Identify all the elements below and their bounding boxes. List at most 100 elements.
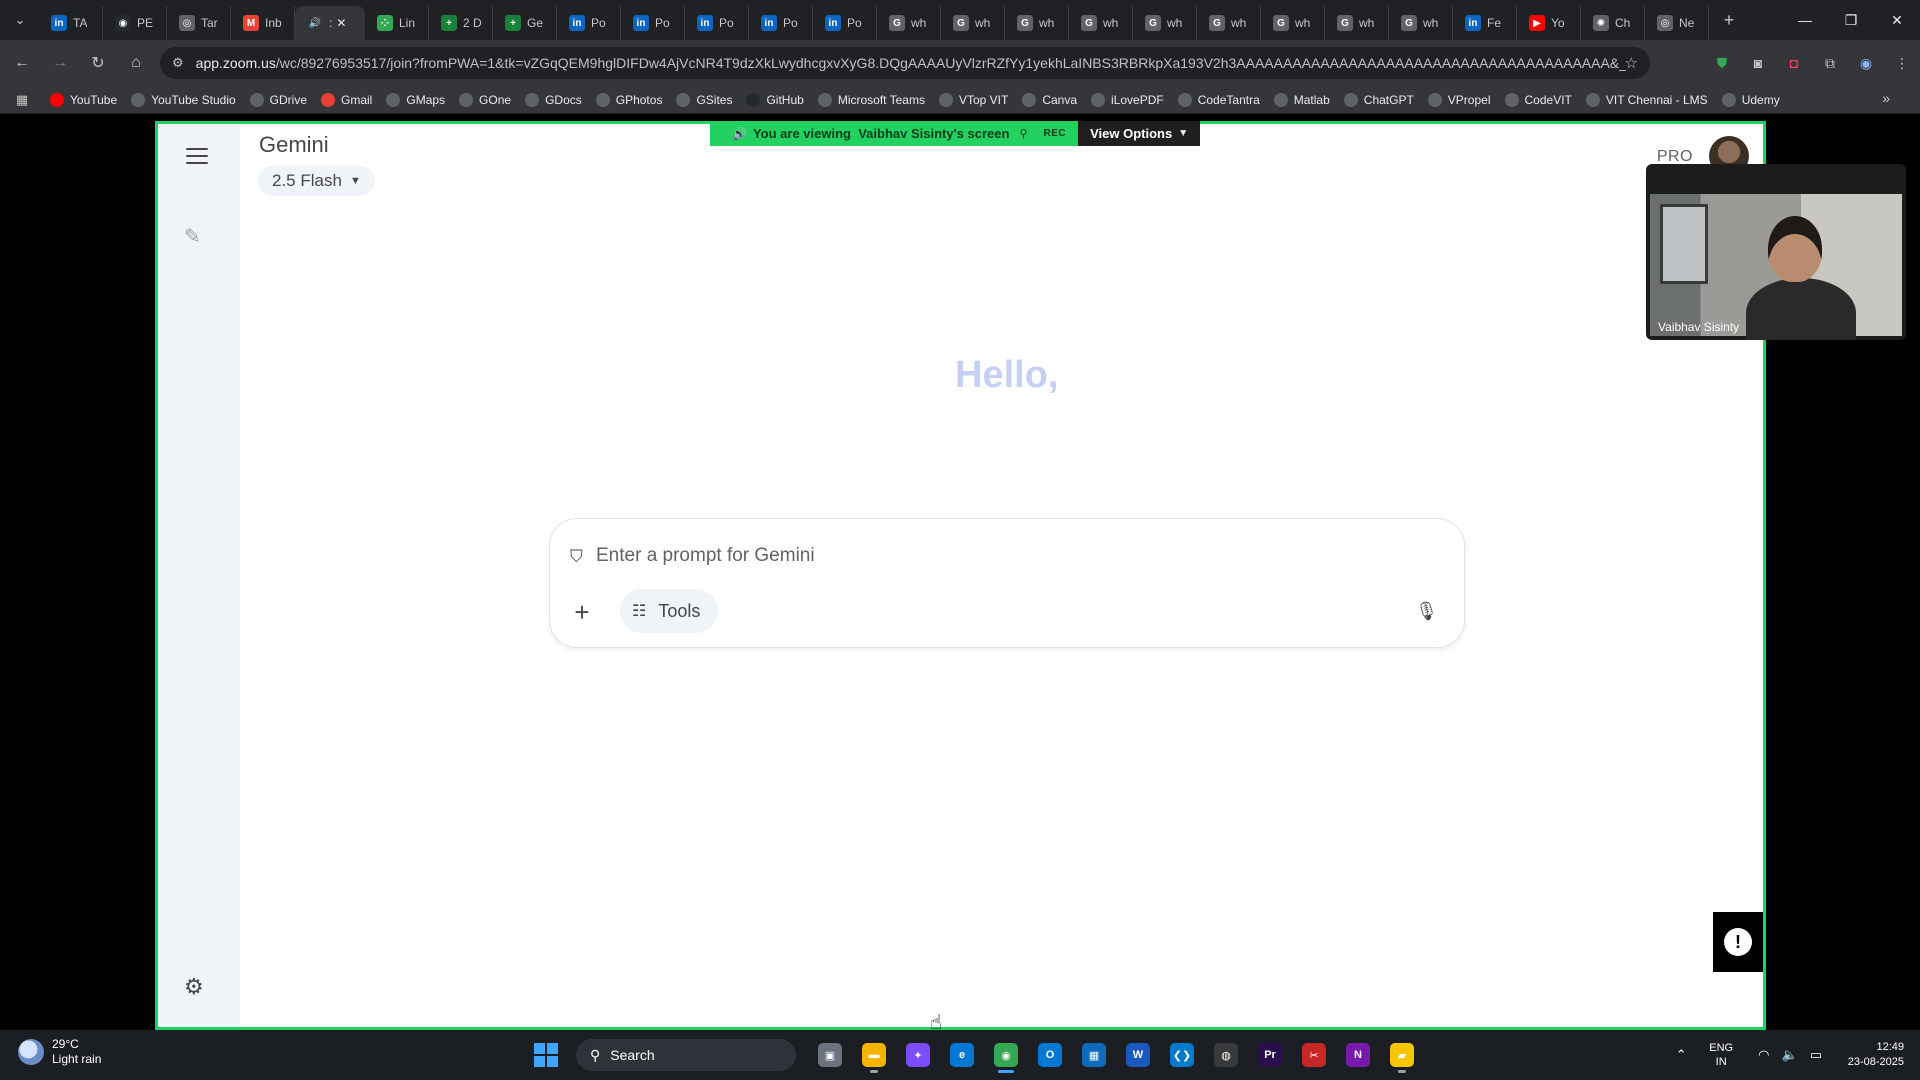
close-window-button[interactable]: ✕ — [1874, 0, 1920, 40]
bookmark-item[interactable]: Matlab — [1273, 92, 1330, 107]
clock[interactable]: 12:49 23-08-2025 — [1834, 1040, 1904, 1070]
bookmark-item[interactable]: VPropel — [1427, 92, 1491, 107]
bookmark-item[interactable]: VIT Chennai - LMS — [1585, 92, 1708, 107]
settings-gear-icon[interactable]: ⚙ — [184, 974, 210, 1000]
browser-tab[interactable]: in Po — [621, 6, 685, 40]
prompt-input[interactable] — [596, 541, 1396, 571]
extensions-puzzle-icon[interactable]: ⧉ — [1812, 45, 1848, 81]
bookmark-item[interactable]: CodeTantra — [1177, 92, 1260, 107]
language-indicator[interactable]: ENG IN — [1696, 1041, 1746, 1069]
browser-tab[interactable]: in TA — [39, 6, 103, 40]
tab-search-button[interactable]: ⌄ — [5, 6, 35, 34]
taskbar-app[interactable]: ❮❯ — [1162, 1035, 1202, 1075]
browser-tab[interactable]: Gwh — [1133, 6, 1197, 40]
browser-tab[interactable]: Gwh — [1005, 6, 1069, 40]
browser-tab[interactable]: in Po — [557, 6, 621, 40]
browser-tab[interactable]: Gwh — [1389, 6, 1453, 40]
hamburger-menu-icon[interactable] — [186, 148, 208, 164]
taskbar-app[interactable]: ✦ — [898, 1035, 938, 1075]
browser-tab[interactable]: Gwh — [877, 6, 941, 40]
pocket-extension-icon[interactable]: ◘ — [1776, 45, 1812, 81]
browser-menu-icon[interactable]: ⋮ — [1884, 45, 1920, 81]
browser-tab[interactable]: +2 D — [429, 6, 493, 40]
forward-button[interactable]: → — [44, 47, 76, 79]
bookmark-item[interactable]: YouTube Studio — [131, 92, 236, 107]
reload-button[interactable]: ↻ — [82, 47, 114, 79]
browser-tab[interactable]: ⁘ Lin — [365, 6, 429, 40]
browser-tab[interactable]: Gwh — [1069, 6, 1133, 40]
taskbar-app[interactable]: W — [1118, 1035, 1158, 1075]
bookmark-item[interactable]: Microsoft Teams — [817, 92, 925, 107]
browser-tab[interactable]: ◎ Ne — [1645, 6, 1709, 40]
home-button[interactable]: ⌂ — [120, 47, 152, 79]
tray-overflow-icon[interactable]: ⌃ — [1666, 1047, 1696, 1063]
taskbar-app[interactable]: ◍ — [1206, 1035, 1246, 1075]
bookmark-item[interactable]: Udemy — [1721, 92, 1780, 107]
taskbar-search[interactable]: ⚲ Search — [576, 1039, 796, 1071]
bookmark-item[interactable]: GDrive — [249, 92, 307, 107]
bookmark-item[interactable]: Canva — [1022, 92, 1077, 107]
bookmark-item[interactable]: iLovePDF — [1091, 92, 1164, 107]
bookmark-item[interactable]: GMaps — [386, 92, 445, 107]
site-info-icon[interactable]: ⚙ — [172, 55, 184, 71]
quick-settings[interactable]: ◠ 🔈 ▭ — [1758, 1047, 1822, 1063]
browser-tab[interactable]: in Po — [749, 6, 813, 40]
bookmark-item[interactable]: YouTube — [50, 92, 117, 107]
bookmark-item[interactable]: ChatGPT — [1343, 92, 1414, 107]
bookmark-item[interactable]: GitHub — [746, 92, 804, 107]
tools-button[interactable]: ☷ Tools — [620, 589, 719, 633]
weather-widget[interactable]: 29°C Light rain — [18, 1037, 101, 1067]
windows-start-icon[interactable] — [526, 1035, 566, 1075]
bookmark-star-icon[interactable]: ☆ — [1625, 54, 1638, 72]
shield-extension-icon[interactable]: ⛊ — [1704, 45, 1740, 81]
browser-tab[interactable]: in Fe — [1453, 6, 1517, 40]
profile-avatar-icon[interactable]: ◉ — [1848, 45, 1884, 81]
taskbar-app[interactable]: N — [1338, 1035, 1378, 1075]
bookmark-item[interactable]: GPhotos — [595, 92, 662, 107]
browser-tab[interactable]: ◉ PE — [103, 6, 167, 40]
browser-tab[interactable]: 🔊: ✕ — [295, 6, 365, 40]
close-tab-icon[interactable]: ✕ — [336, 16, 346, 30]
new-tab-button[interactable]: + — [1715, 6, 1743, 34]
bookmarks-overflow-icon[interactable]: » — [1882, 90, 1890, 106]
bookmark-item[interactable]: GDocs — [525, 92, 582, 107]
bookmark-item[interactable]: VTop VIT — [938, 92, 1008, 107]
gemini-title[interactable]: Gemini — [259, 132, 329, 158]
participant-video-tile[interactable]: Vaibhav Sisinty — [1646, 164, 1906, 340]
bookmark-item[interactable]: GSites — [676, 92, 732, 107]
browser-tab[interactable]: ◎ Tar — [167, 6, 231, 40]
browser-tab[interactable]: Gwh — [941, 6, 1005, 40]
taskbar-app[interactable]: ✂ — [1294, 1035, 1334, 1075]
browser-tab[interactable]: M Inb — [231, 6, 295, 40]
taskbar-app[interactable]: ▣ — [810, 1035, 850, 1075]
restore-button[interactable]: ❐ — [1828, 0, 1874, 40]
browser-tab[interactable]: Gwh — [1261, 6, 1325, 40]
bookmark-item[interactable]: Gmail — [321, 92, 372, 107]
browser-tab[interactable]: ✺ Ch — [1581, 6, 1645, 40]
taskbar-app[interactable]: O — [1030, 1035, 1070, 1075]
model-selector[interactable]: 2.5 Flash ▼ — [258, 166, 375, 196]
browser-tab[interactable]: in Po — [685, 6, 749, 40]
feedback-button[interactable]: ! — [1713, 912, 1763, 972]
browser-tab[interactable]: ▶ Yo — [1517, 6, 1581, 40]
url-text[interactable]: app.zoom.us/wc/89276953517/join?fromPWA=… — [196, 55, 1626, 71]
browser-tab[interactable]: Gwh — [1325, 6, 1389, 40]
view-options-button[interactable]: View Options ▼ — [1078, 121, 1201, 146]
apps-grid-icon[interactable]: ▦ — [8, 92, 36, 108]
taskbar-app[interactable]: ◉ — [986, 1035, 1026, 1075]
taskbar-app[interactable]: e — [942, 1035, 982, 1075]
taskbar-app[interactable]: ▦ — [1074, 1035, 1114, 1075]
new-chat-icon[interactable]: ✎ — [184, 224, 210, 250]
browser-tab[interactable]: Gwh — [1197, 6, 1261, 40]
taskbar-app[interactable]: Pr — [1250, 1035, 1290, 1075]
minimize-button[interactable]: — — [1782, 0, 1828, 40]
bookmark-item[interactable]: CodeVIT — [1504, 92, 1572, 107]
taskbar-app[interactable]: ▬ — [854, 1035, 894, 1075]
add-attachment-button[interactable]: + — [570, 599, 594, 625]
camera-extension-icon[interactable]: ◙ — [1740, 45, 1776, 81]
bookmark-item[interactable]: GOne — [459, 92, 511, 107]
microphone-icon[interactable]: 🎙 — [1415, 601, 1438, 622]
taskbar-app[interactable]: ▰ — [1382, 1035, 1422, 1075]
back-button[interactable]: ← — [6, 47, 38, 79]
browser-tab[interactable]: + Ge — [493, 6, 557, 40]
